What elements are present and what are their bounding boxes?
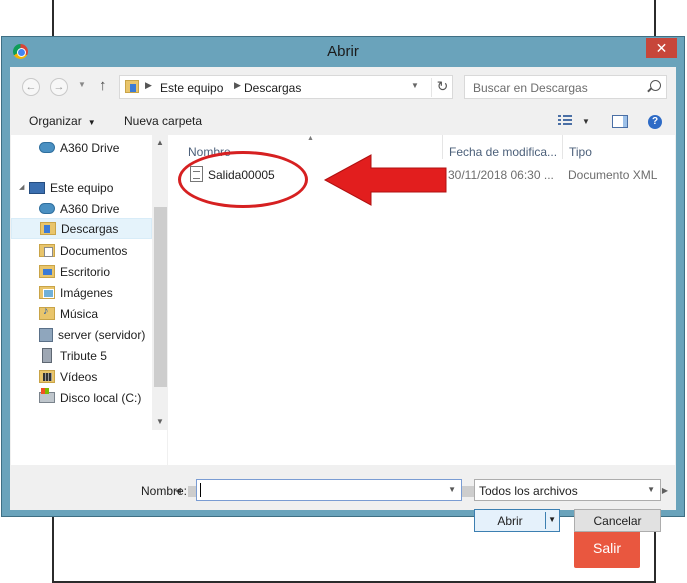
column-divider[interactable] xyxy=(562,135,563,159)
sidebar-item-label: Música xyxy=(60,306,99,321)
sidebar-item-server[interactable]: server (servidor) xyxy=(39,324,152,345)
sidebar-item-este-equipo[interactable]: Este equipo xyxy=(29,177,152,198)
chevron-down-icon[interactable]: ▼ xyxy=(448,485,456,494)
dialog-title: Abrir xyxy=(327,43,359,60)
sidebar-item-label: A360 Drive xyxy=(60,140,120,155)
sidebar-item-label: Imágenes xyxy=(60,285,113,300)
dialog-client-area: ← → ▼ ↑ ▶ Este equipo ▶ Descargas ▼ ↻ Bu… xyxy=(10,67,676,532)
sidebar-item-label: Documentos xyxy=(60,243,128,258)
scrollbar-thumb[interactable] xyxy=(154,207,167,387)
sidebar-item-label: Este equipo xyxy=(50,180,114,195)
videos-folder-icon xyxy=(39,370,55,383)
column-header-date[interactable]: Fecha de modifica... xyxy=(449,145,557,159)
device-icon xyxy=(42,348,52,363)
computer-icon xyxy=(29,181,45,194)
annotation-circle xyxy=(178,151,308,208)
help-icon[interactable]: ? xyxy=(648,115,662,129)
documents-folder-icon xyxy=(39,244,55,257)
cloud-icon xyxy=(39,203,55,214)
annotation-arrow-icon xyxy=(323,154,447,206)
cancel-button[interactable]: Cancelar xyxy=(574,509,661,532)
navigation-scrollbar[interactable]: ▲ ▼ xyxy=(152,135,167,430)
search-input[interactable]: Buscar en Descargas xyxy=(464,75,667,99)
recent-locations-dropdown[interactable]: ▼ xyxy=(78,80,86,89)
sidebar-item-videos[interactable]: Vídeos xyxy=(39,366,152,387)
sidebar-item-label: Disco local (C:) xyxy=(60,390,142,405)
sidebar-item-musica[interactable]: Música xyxy=(39,303,152,324)
sidebar-item-imagenes[interactable]: Imágenes xyxy=(39,282,152,303)
sidebar-item-label: Tribute 5 xyxy=(60,348,107,363)
filename-label: Nombre: xyxy=(141,484,188,498)
organize-label: Organizar xyxy=(29,114,82,128)
local-disk-icon xyxy=(39,388,55,403)
breadcrumb-descargas[interactable]: Descargas xyxy=(244,81,301,95)
downloads-folder-icon xyxy=(125,80,139,93)
filename-input[interactable]: ▼ xyxy=(196,479,462,501)
chevron-down-icon[interactable]: ▼ xyxy=(647,485,655,494)
chevron-down-icon[interactable]: ▼ xyxy=(548,515,556,524)
sidebar-item-label: Escritorio xyxy=(60,264,111,279)
sidebar-item-disco-local[interactable]: Disco local (C:) xyxy=(39,387,152,408)
refresh-button[interactable]: ↻ xyxy=(431,78,453,97)
chevron-right-icon[interactable]: ▶ xyxy=(234,80,241,91)
text-cursor xyxy=(200,483,201,497)
sidebar-item-a360-drive-top[interactable]: A360 Drive xyxy=(39,137,152,158)
scroll-down-icon[interactable]: ▼ xyxy=(152,414,167,430)
file-date: 30/11/2018 06:30 ... xyxy=(448,168,554,182)
open-file-dialog: Abrir ✕ ← → ▼ ↑ ▶ Este equipo ▶ Descarga… xyxy=(1,36,685,532)
desktop-folder-icon xyxy=(39,265,55,278)
filetype-value: Todos los archivos xyxy=(479,484,578,498)
scroll-up-icon[interactable]: ▲ xyxy=(152,135,167,151)
open-label: Abrir xyxy=(497,513,523,528)
column-header-type[interactable]: Tipo xyxy=(569,145,592,159)
sidebar-item-tribute-5[interactable]: Tribute 5 xyxy=(39,345,152,366)
downloads-folder-icon xyxy=(40,222,56,235)
up-folder-button[interactable]: ↑ xyxy=(99,77,107,94)
chevron-down-icon[interactable]: ▼ xyxy=(411,81,419,90)
back-button[interactable]: ← xyxy=(22,78,40,96)
address-bar[interactable]: ▶ Este equipo ▶ Descargas ▼ ↻ xyxy=(119,75,453,99)
split-divider xyxy=(545,512,546,529)
sidebar-item-documentos[interactable]: Documentos xyxy=(39,240,152,261)
toolbar: Organizar ▼ Nueva carpeta ▼ ? xyxy=(10,107,676,135)
view-options-icon[interactable] xyxy=(558,115,572,126)
pictures-folder-icon xyxy=(39,286,55,299)
file-list: ▲ Nombre Fecha de modifica... Tipo Salid… xyxy=(168,135,675,500)
breadcrumb-este-equipo[interactable]: Este equipo xyxy=(160,81,223,95)
chevron-down-icon[interactable]: ▼ xyxy=(582,117,590,126)
sidebar-item-label: Descargas xyxy=(61,221,119,236)
chevron-right-icon[interactable]: ▶ xyxy=(145,80,152,91)
filetype-select[interactable]: Todos los archivos ▼ xyxy=(474,479,661,501)
sidebar-item-label: Vídeos xyxy=(60,369,98,384)
forward-button[interactable]: → xyxy=(50,78,68,96)
organize-menu[interactable]: Organizar ▼ xyxy=(29,114,96,128)
salir-button[interactable]: Salir xyxy=(574,527,640,568)
sidebar-item-escritorio[interactable]: Escritorio xyxy=(39,261,152,282)
new-folder-button[interactable]: Nueva carpeta xyxy=(124,114,202,128)
sidebar-item-a360-drive[interactable]: A360 Drive xyxy=(39,198,152,219)
chevron-down-icon[interactable]: ◢ xyxy=(19,183,24,191)
music-folder-icon xyxy=(39,305,55,320)
chevron-down-icon: ▼ xyxy=(87,118,96,127)
sidebar-item-label: server (servidor) xyxy=(58,327,146,342)
sidebar-item-label: A360 Drive xyxy=(60,201,120,216)
navigation-pane: A360 Drive ◢ Este equipo A360 Drive Desc… xyxy=(11,135,167,465)
dialog-titlebar[interactable]: Abrir ✕ xyxy=(2,37,684,65)
cloud-icon xyxy=(39,142,55,153)
search-placeholder: Buscar en Descargas xyxy=(473,81,588,95)
open-button[interactable]: Abrir ▼ xyxy=(474,509,560,532)
search-icon[interactable] xyxy=(650,80,661,91)
network-drive-icon xyxy=(39,327,53,342)
sidebar-item-descargas[interactable]: Descargas xyxy=(11,218,152,239)
close-button[interactable]: ✕ xyxy=(646,38,677,58)
file-type: Documento XML xyxy=(568,168,658,182)
preview-pane-icon[interactable] xyxy=(612,115,628,128)
sort-ascending-icon: ▲ xyxy=(307,135,314,142)
